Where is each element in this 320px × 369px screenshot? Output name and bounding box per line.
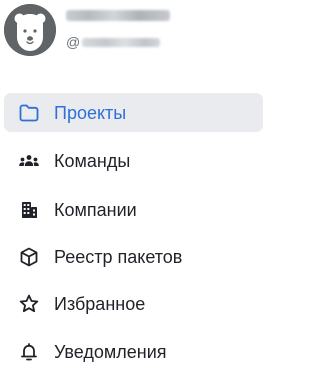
nav-item-notifications-label: Уведомления xyxy=(54,341,167,362)
user-name-redacted xyxy=(66,10,170,21)
nav-item-teams[interactable]: Команды xyxy=(4,141,263,180)
bear-avatar-icon xyxy=(4,4,56,56)
nav-item-companies-label: Компании xyxy=(54,199,137,220)
team-icon xyxy=(18,150,40,172)
user-handle-redacted xyxy=(82,37,161,47)
folder-icon xyxy=(18,102,40,124)
nav-item-projects-label: Проекты xyxy=(54,102,127,123)
nav-item-notifications[interactable]: Уведомления xyxy=(4,332,263,369)
star-icon xyxy=(18,293,40,315)
handle-prefix: @ xyxy=(66,34,81,50)
bell-icon xyxy=(18,341,40,363)
nav-item-package-registry[interactable]: Реестр пакетов xyxy=(4,237,263,276)
user-handle: @ xyxy=(66,34,161,50)
nav-item-teams-label: Команды xyxy=(54,150,131,171)
building-icon xyxy=(18,199,40,221)
nav-item-package-registry-label: Реестр пакетов xyxy=(54,246,183,267)
user-profile[interactable]: @ xyxy=(4,4,260,56)
nav-item-companies[interactable]: Компании xyxy=(4,190,263,229)
nav-item-favorites-label: Избранное xyxy=(54,293,146,314)
nav-item-projects[interactable]: Проекты xyxy=(4,93,263,132)
nav-item-favorites[interactable]: Избранное xyxy=(4,284,263,323)
avatar[interactable] xyxy=(4,4,56,56)
package-icon xyxy=(18,246,40,268)
